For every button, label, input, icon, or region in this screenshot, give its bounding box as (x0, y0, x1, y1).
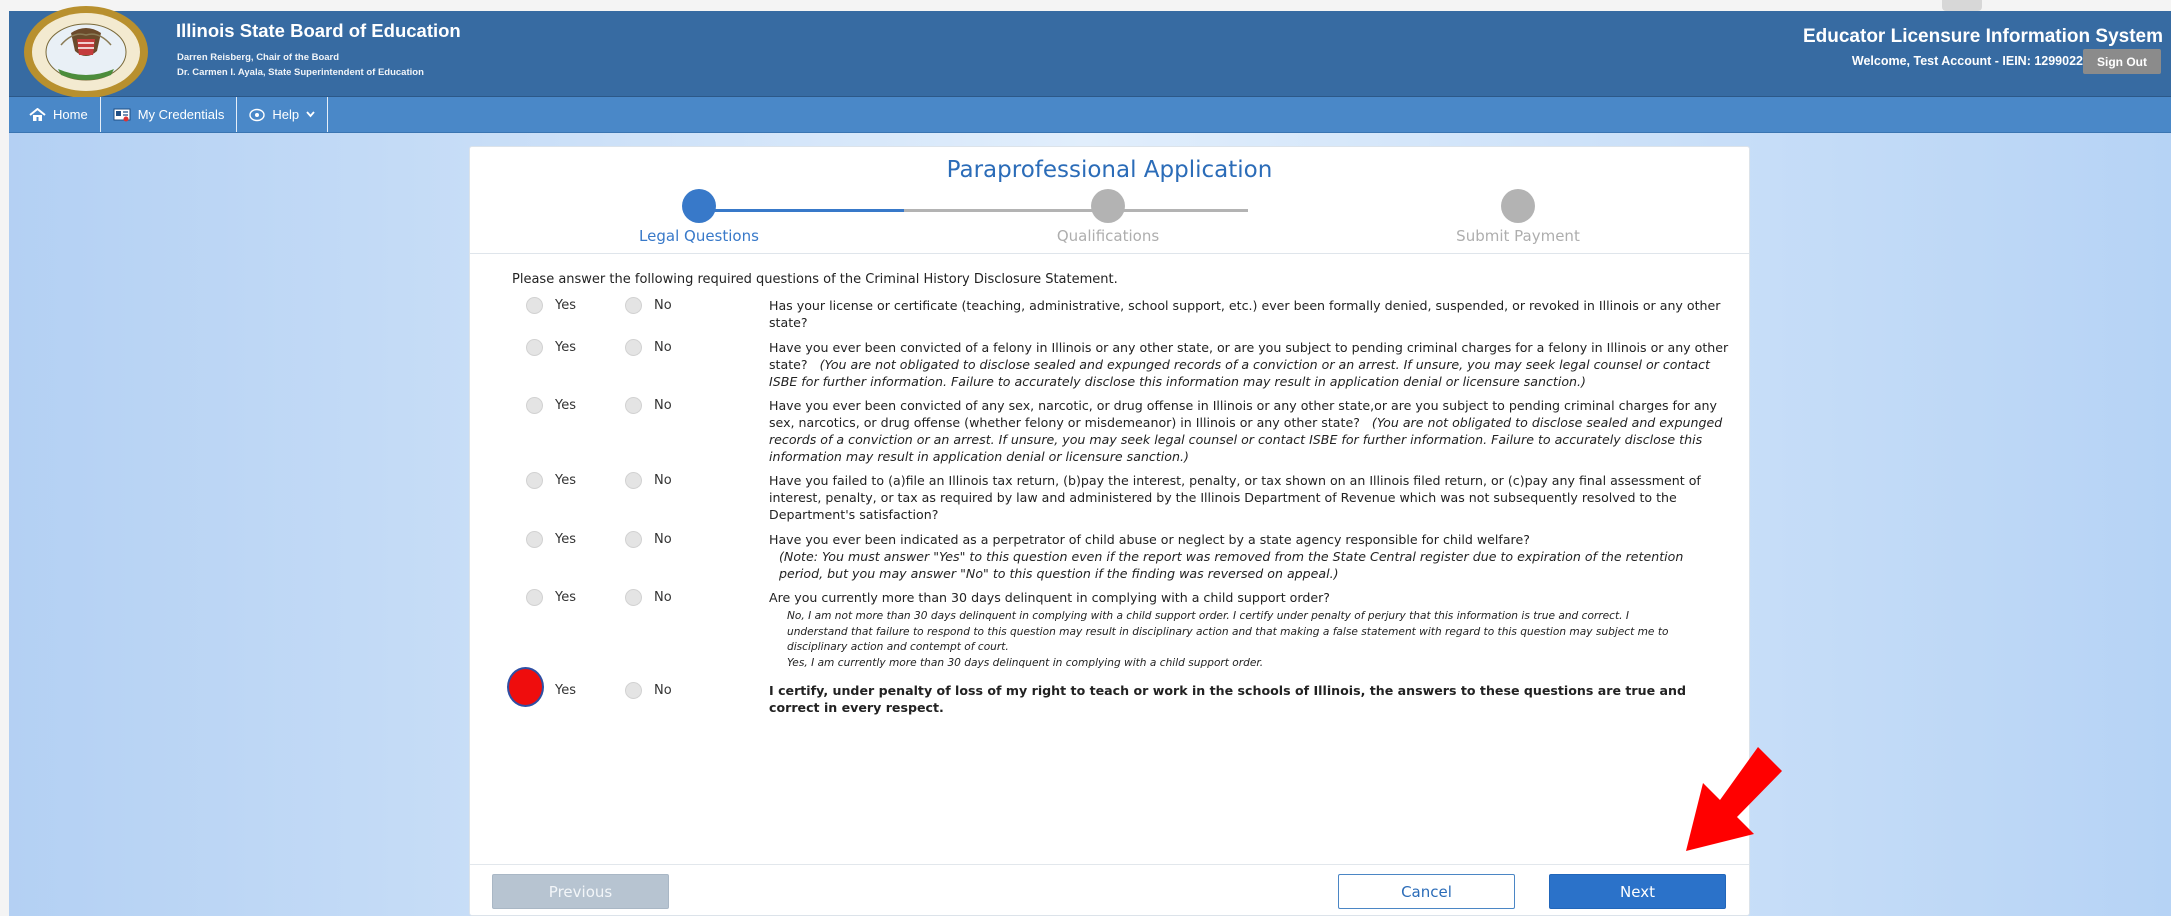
question-text: Have you ever been indicated as a perpet… (769, 531, 1739, 582)
yes-label: Yes (555, 532, 576, 547)
sign-out-button[interactable]: Sign Out (2083, 49, 2161, 74)
answer-yes[interactable]: Yes (526, 472, 576, 489)
radio-no[interactable] (625, 682, 642, 699)
step-qualifications-label[interactable]: Qualifications (1008, 227, 1208, 245)
answer-yes[interactable]: Yes (526, 397, 576, 414)
question-6-note-yes: Yes, I am currently more than 30 days de… (787, 656, 1264, 669)
step-payment-dot (1501, 189, 1535, 223)
application-card: Paraprofessional Application Legal Quest… (469, 146, 1750, 916)
step-line (904, 209, 1248, 212)
answer-no[interactable]: No (625, 339, 672, 356)
answer-no[interactable]: No (625, 297, 672, 314)
radio-yes[interactable] (526, 339, 543, 356)
question-2-note: (You are not obligated to disclose seale… (769, 357, 1710, 389)
question-text: Have you failed to (a)file an Illinois t… (769, 472, 1739, 523)
top-strip (0, 0, 2171, 11)
footer-divider (470, 864, 1749, 865)
no-label: No (654, 683, 672, 698)
answer-no[interactable]: No (625, 397, 672, 414)
highlighted-yes-radio-marker[interactable] (507, 667, 544, 707)
answer-no[interactable]: No (625, 682, 672, 699)
question-5-note: (Note: You must answer "Yes" to this que… (779, 549, 1684, 581)
yes-label: Yes (555, 340, 576, 355)
chevron-down-icon (306, 111, 315, 118)
radio-yes[interactable] (526, 589, 543, 606)
red-arrow-icon (1686, 747, 1782, 851)
no-label: No (654, 298, 672, 313)
next-button[interactable]: Next (1549, 874, 1726, 909)
question-1-text: Has your license or certificate (teachin… (769, 298, 1721, 330)
radio-no[interactable] (625, 531, 642, 548)
radio-no[interactable] (625, 297, 642, 314)
top-tab (1942, 0, 1982, 11)
question-text: Have you ever been convicted of a felony… (769, 339, 1739, 390)
site-header: Illinois State Board of Education Darren… (9, 6, 2171, 98)
radio-yes[interactable] (526, 297, 543, 314)
answer-yes[interactable]: Yes (526, 531, 576, 548)
question-text: Has your license or certificate (teachin… (769, 297, 1739, 331)
answer-no[interactable]: No (625, 589, 672, 606)
nav-help[interactable]: Help (237, 97, 329, 132)
radio-yes[interactable] (526, 531, 543, 548)
welcome-text: Welcome, Test Account - IEIN: 1299022 (1851, 54, 2083, 68)
cancel-button[interactable]: Cancel (1338, 874, 1515, 909)
nav-home[interactable]: Home (9, 97, 101, 132)
no-label: No (654, 590, 672, 605)
no-label: No (654, 473, 672, 488)
question-6-text: Are you currently more than 30 days deli… (769, 590, 1330, 605)
chair-line: Darren Reisberg, Chair of the Board (177, 52, 340, 63)
credentials-icon (113, 108, 131, 121)
step-legal-label[interactable]: Legal Questions (599, 227, 799, 245)
question-4-text: Have you failed to (a)file an Illinois t… (769, 473, 1701, 522)
step-progress-line (699, 209, 904, 212)
system-name: Educator Licensure Information System (1802, 26, 2163, 47)
illinois-seal-icon (24, 6, 148, 98)
no-label: No (654, 340, 672, 355)
home-icon (29, 107, 46, 121)
step-qualifications-dot (1091, 189, 1125, 223)
yes-label: Yes (555, 683, 576, 698)
nav-help-label: Help (272, 107, 300, 122)
question-5-text: Have you ever been indicated as a perpet… (769, 532, 1530, 547)
question-text: Are you currently more than 30 days deli… (769, 589, 1739, 671)
step-legal-dot (682, 189, 716, 223)
radio-no[interactable] (625, 339, 642, 356)
yes-label: Yes (555, 398, 576, 413)
certification-text: I certify, under penalty of loss of my r… (769, 683, 1686, 715)
yes-label: Yes (555, 590, 576, 605)
answer-no[interactable]: No (625, 472, 672, 489)
nav-my-credentials[interactable]: My Credentials (101, 97, 238, 132)
answer-no[interactable]: No (625, 531, 672, 548)
radio-yes[interactable] (526, 397, 543, 414)
step-payment-label[interactable]: Submit Payment (1418, 227, 1618, 245)
left-strip (0, 0, 9, 916)
divider (470, 253, 1749, 254)
help-icon (249, 108, 266, 121)
answer-yes[interactable]: Yes (526, 339, 576, 356)
previous-button[interactable]: Previous (492, 874, 669, 909)
org-name: Illinois State Board of Education (176, 20, 461, 41)
nav-credentials-label: My Credentials (137, 107, 225, 122)
radio-no[interactable] (625, 472, 642, 489)
answer-yes[interactable]: Yes (526, 297, 576, 314)
superintendent-line: Dr. Carmen I. Ayala, State Superintenden… (177, 67, 424, 78)
question-text: Have you ever been convicted of any sex,… (769, 397, 1739, 465)
intro-text: Please answer the following required que… (512, 272, 1118, 287)
yes-label: Yes (555, 473, 576, 488)
yes-label: Yes (555, 298, 576, 313)
no-label: No (654, 398, 672, 413)
radio-no[interactable] (625, 589, 642, 606)
main-nav: Home My Credentials Help (9, 97, 2171, 133)
no-label: No (654, 532, 672, 547)
page-title: Paraprofessional Application (946, 157, 1273, 183)
radio-no[interactable] (625, 397, 642, 414)
answer-yes[interactable]: Yes (526, 589, 576, 606)
radio-yes[interactable] (526, 472, 543, 489)
question-6-note-no: No, I am not more than 30 days delinquen… (787, 610, 1669, 653)
nav-home-label: Home (53, 107, 88, 122)
